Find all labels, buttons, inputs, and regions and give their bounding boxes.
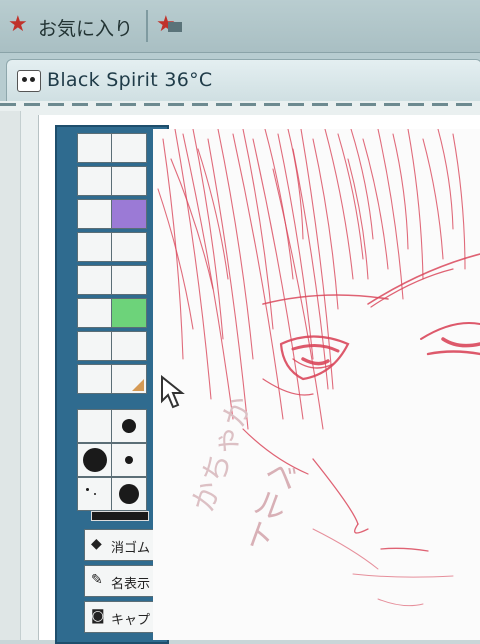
color-swatch[interactable] [111,133,147,163]
tool-button[interactable]: ◆ 消ゴム [84,529,160,561]
brush-size-button[interactable] [77,409,113,443]
color-swatch[interactable] [111,298,147,328]
color-swatch[interactable] [111,199,147,229]
mouse-pointer-icon [161,375,185,409]
tool-label: 消ゴム [111,541,151,556]
brush-dot-icon [83,448,107,472]
site-favicon-icon [17,70,41,92]
tab-bar: Black Spirit 36°C [0,53,480,102]
brush-dot-icon [119,484,139,504]
brush-size-button[interactable] [111,477,147,511]
color-swatch[interactable] [77,265,113,295]
favorites-label[interactable]: お気に入り [38,14,133,41]
tool-label: 名表示 [111,577,151,592]
color-swatch[interactable] [111,265,147,295]
color-swatch[interactable] [77,166,113,196]
tool-label: キャプ [111,613,151,628]
color-swatch[interactable] [77,133,113,163]
color-swatch[interactable] [77,331,113,361]
color-swatch[interactable] [77,298,113,328]
pencil-icon: ✎ [91,572,103,588]
color-swatch[interactable] [111,232,147,262]
brush-dot-icon [122,419,136,433]
tool-button[interactable]: ◙ キャプ [84,601,160,633]
oekaki-palette: ◆ 消ゴム ✎ 名表示 ◙ キャプ [55,125,169,644]
add-favorites-icon[interactable] [168,22,182,32]
color-swatch[interactable] [77,199,113,229]
brush-size-button[interactable] [111,443,147,477]
tab-title: Black Spirit 36°C [47,69,213,91]
color-swatch[interactable] [111,166,147,196]
favorites-bar: ★ お気に入り ★ [0,0,480,53]
dashed-divider [0,103,480,106]
color-swatch[interactable] [111,364,147,394]
brush-size-button[interactable] [111,409,147,443]
brush-size-button[interactable] [77,443,113,477]
tool-button[interactable]: ✎ 名表示 [84,565,160,597]
browser-tab[interactable]: Black Spirit 36°C [6,59,480,102]
swatch-corner-marker [132,379,144,391]
eraser-icon: ◆ [91,536,102,552]
color-swatch[interactable] [77,232,113,262]
brush-size-slider[interactable] [91,511,149,521]
color-swatch[interactable] [77,364,113,394]
brush-size-button[interactable] [77,477,113,511]
brush-dot-icon [86,488,89,491]
drawing-canvas[interactable]: ベルト かちゃか [153,129,480,640]
toolbar-separator [146,10,148,42]
favorites-star-icon[interactable]: ★ [8,12,28,37]
left-scroll-strip [0,111,21,640]
color-swatch[interactable] [111,331,147,361]
brush-dot-icon [125,456,133,464]
camera-icon: ◙ [91,608,105,624]
brush-dot-icon [94,493,96,495]
